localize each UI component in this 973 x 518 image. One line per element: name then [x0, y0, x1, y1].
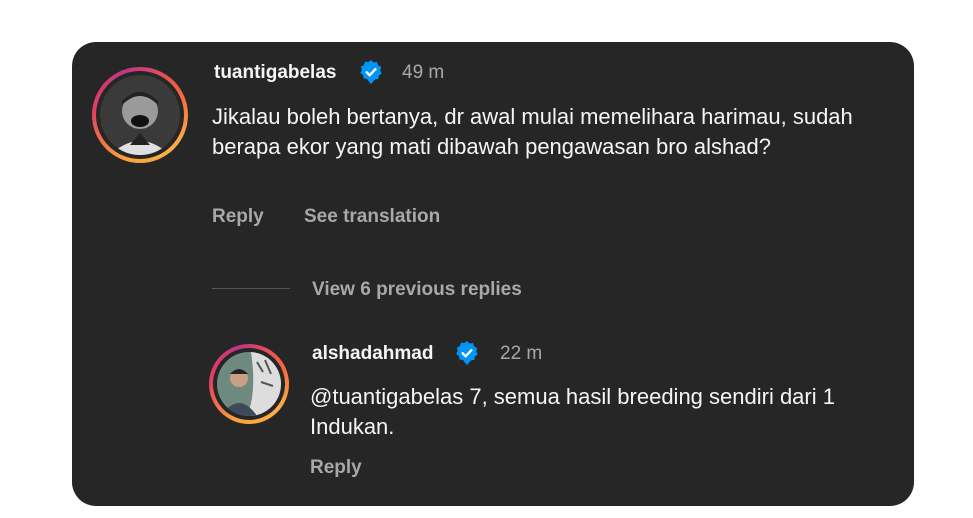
avatar-photo	[100, 75, 180, 155]
comment-text: Jikalau boleh bertanya, dr awal mulai me…	[212, 104, 853, 159]
replier-username[interactable]: alshadahmad	[312, 343, 433, 365]
replies-divider	[212, 288, 290, 289]
comment-card: tuantigabelas 49 m Jikalau boleh bertany…	[72, 42, 914, 506]
commenter-avatar[interactable]	[92, 67, 188, 163]
verified-badge-icon	[456, 341, 478, 366]
see-translation-button[interactable]: See translation	[304, 206, 440, 228]
reply-button[interactable]: Reply	[212, 206, 264, 228]
replier-avatar[interactable]	[209, 344, 289, 424]
reply-reply-button[interactable]: Reply	[310, 457, 362, 479]
reply-time: 22 m	[500, 343, 543, 364]
commenter-username[interactable]: tuantigabelas	[214, 62, 336, 84]
avatar-photo	[217, 352, 281, 416]
verified-badge-icon	[360, 60, 382, 85]
comment-time: 49 m	[402, 62, 445, 83]
view-previous-replies-button[interactable]: View 6 previous replies	[312, 279, 522, 301]
reply-text: @tuantigabelas 7, semua hasil breeding s…	[310, 384, 835, 439]
